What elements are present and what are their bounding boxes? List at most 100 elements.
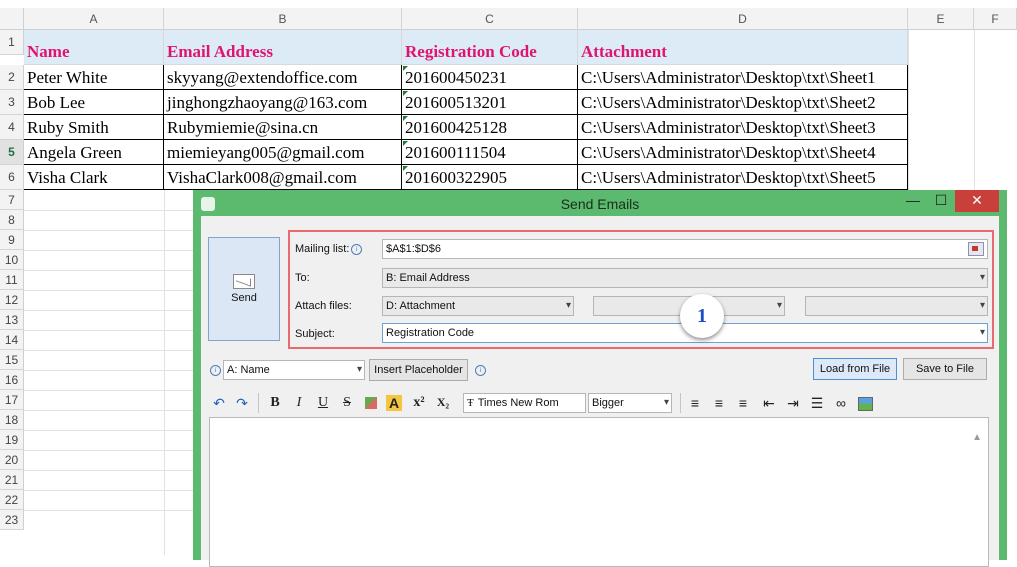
cell-b6[interactable]: VishaClark008@gmail.com [164,165,402,190]
mailing-list-input[interactable]: $A$1:$D$6 [382,239,988,259]
info-icon[interactable]: i [210,365,221,376]
row-header-16[interactable]: 16 [0,370,24,390]
row-header-17[interactable]: 17 [0,390,24,410]
cell-d1[interactable]: Attachment [578,30,908,65]
row-header-11[interactable]: 11 [0,270,24,290]
row-header-5[interactable]: 5 [0,140,24,165]
cell-a2[interactable]: Peter White [24,65,164,90]
row-header-14[interactable]: 14 [0,330,24,350]
cell-b2[interactable]: skyyang@extendoffice.com [164,65,402,90]
gridline [24,390,193,391]
align-right-icon[interactable]: ≡ [734,395,752,411]
select-all-corner[interactable] [0,8,24,30]
scroll-up-icon[interactable]: ▲ [972,432,982,443]
italic-button[interactable]: I [290,395,308,411]
chevron-down-icon: ▾ [565,300,571,311]
row-header-2[interactable]: 2 [0,65,24,90]
column-header-c[interactable]: C [402,8,578,30]
row-header-4[interactable]: 4 [0,115,24,140]
cell-d2[interactable]: C:\Users\Administrator\Desktop\txt\Sheet… [578,65,908,90]
dialog-title: Send Emails [560,196,640,212]
cell-d4[interactable]: C:\Users\Administrator\Desktop\txt\Sheet… [578,115,908,140]
subscript-button[interactable]: X₂ [434,395,452,410]
send-button[interactable]: Send [208,237,280,341]
row-header-12[interactable]: 12 [0,290,24,310]
indent-icon[interactable]: ⇥ [784,395,802,412]
cell-c2[interactable]: 201600450231 [402,65,578,90]
cell-a4[interactable]: Ruby Smith [24,115,164,140]
save-to-file-button[interactable]: Save to File [903,358,987,380]
row-header-10[interactable]: 10 [0,250,24,270]
cell-d5[interactable]: C:\Users\Administrator\Desktop\txt\Sheet… [578,140,908,165]
row-header-13[interactable]: 13 [0,310,24,330]
range-select-icon[interactable] [968,242,984,256]
cell-a3[interactable]: Bob Lee [24,90,164,115]
bold-button[interactable]: B [266,395,284,411]
column-header-d[interactable]: D [578,8,908,30]
column-header-a[interactable]: A [24,8,164,30]
row-header-1[interactable]: 1 [0,30,24,55]
row-header-7[interactable]: 7 [0,190,24,210]
column-header-e[interactable]: E [908,8,974,30]
row-header-18[interactable]: 18 [0,410,24,430]
close-icon[interactable]: ✕ [955,190,999,212]
row-header-22[interactable]: 22 [0,490,24,510]
row-header-20[interactable]: 20 [0,450,24,470]
font-select[interactable]: Ŧ Times New Rom [463,393,586,413]
cell-b1[interactable]: Email Address [164,30,402,65]
maximize-icon[interactable]: ☐ [927,190,955,212]
toolbar-separator [258,393,259,413]
align-center-icon[interactable]: ≡ [710,395,728,411]
gridline [24,450,193,451]
row-header-15[interactable]: 15 [0,350,24,370]
placeholder-select[interactable]: A: Name ▾ [223,360,365,380]
row-header-8[interactable]: 8 [0,210,24,230]
superscript-button[interactable]: x² [410,395,428,411]
attach-files-label: Attach files: [295,300,352,312]
cell-b4[interactable]: Rubymiemie@sina.cn [164,115,402,140]
underline-button[interactable]: U [314,395,332,411]
cell-c6[interactable]: 201600322905 [402,165,578,190]
row-header-21[interactable]: 21 [0,470,24,490]
cell-c3[interactable]: 201600513201 [402,90,578,115]
row-header-3[interactable]: 3 [0,90,24,115]
column-header-f[interactable]: F [974,8,1017,30]
cell-a5[interactable]: Angela Green [24,140,164,165]
load-from-file-button[interactable]: Load from File [813,358,897,380]
cell-c5[interactable]: 201600111504 [402,140,578,165]
insert-placeholder-button[interactable]: Insert Placeholder [369,359,468,381]
row-header-19[interactable]: 19 [0,430,24,450]
minimize-icon[interactable]: — [899,190,927,212]
info-icon[interactable]: i [475,365,486,376]
cell-a6[interactable]: Visha Clark [24,165,164,190]
font-size-select[interactable]: Bigger ▾ [588,393,672,413]
row-header-9[interactable]: 9 [0,230,24,250]
image-icon[interactable] [856,395,874,414]
outdent-icon[interactable]: ⇤ [760,395,778,412]
redo-icon[interactable]: ↷ [233,395,251,412]
info-icon[interactable]: i [351,244,362,255]
strikethrough-button[interactable]: S [338,395,356,411]
attach-select-1[interactable]: D: Attachment ▾ [382,296,574,316]
cell-a1[interactable]: Name [24,30,164,65]
align-left-icon[interactable]: ≡ [686,395,704,411]
column-header-b[interactable]: B [164,8,402,30]
list-icon[interactable]: ☰ [808,395,826,412]
highlight-color-icon[interactable] [362,395,380,412]
toolbar-separator [680,393,681,413]
cell-b3[interactable]: jinghongzhaoyang@163.com [164,90,402,115]
row-header-6[interactable]: 6 [0,165,24,190]
cell-b5[interactable]: miemieyang005@gmail.com [164,140,402,165]
row-header-23[interactable]: 23 [0,510,24,530]
cell-c4[interactable]: 201600425128 [402,115,578,140]
message-editor[interactable]: ▲ [209,417,989,567]
link-icon[interactable]: ∞ [832,395,850,411]
font-color-button[interactable]: A [386,395,402,411]
attach-select-3[interactable]: ▾ [805,296,988,316]
undo-icon[interactable]: ↶ [210,395,228,412]
dialog-titlebar[interactable]: Send Emails — ☐ ✕ [193,190,1007,216]
cell-d3[interactable]: C:\Users\Administrator\Desktop\txt\Sheet… [578,90,908,115]
cell-d6[interactable]: C:\Users\Administrator\Desktop\txt\Sheet… [578,165,908,190]
cell-c1[interactable]: Registration Code [402,30,578,65]
to-select[interactable]: B: Email Address ▾ [382,268,988,288]
